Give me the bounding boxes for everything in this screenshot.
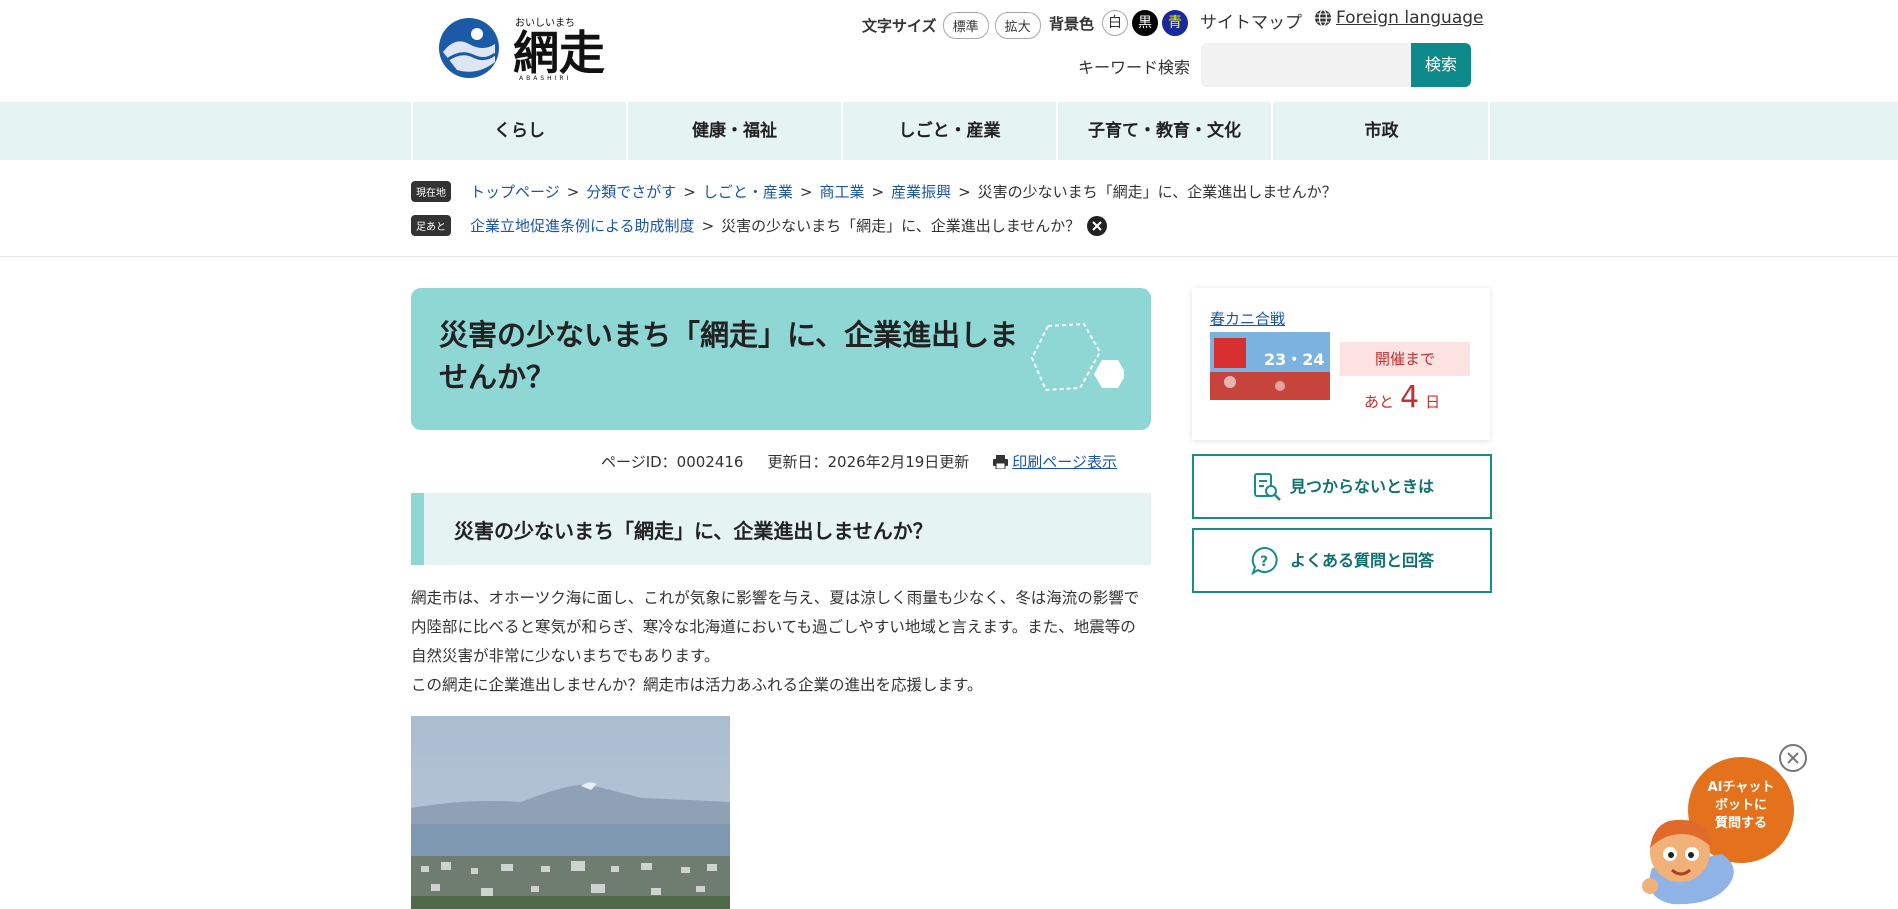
countdown-unit: 日 — [1425, 393, 1441, 411]
chatbot-close-icon[interactable] — [1778, 743, 1808, 773]
breadcrumb: 現在地 トップページ > 分類でさがす > しごと・産業 > 商工業 > 産業振… — [411, 181, 1337, 202]
breadcrumb-link-top[interactable]: トップページ — [470, 181, 560, 202]
page-id: ページID：0002416 — [601, 453, 744, 471]
bg-black-button[interactable]: 黒 — [1132, 10, 1159, 36]
logo-ruby: おいしいまち — [515, 17, 575, 29]
nav-item-city[interactable]: 市政 — [1271, 102, 1490, 160]
page-meta: ページID：0002416 更新日：2026年2月19日更新 印刷ページ表示 — [601, 451, 1117, 472]
foreign-language-link[interactable]: Foreign language — [1314, 8, 1484, 28]
breadcrumb-separator: > — [566, 182, 580, 201]
bg-color-label: 背景色 — [1049, 14, 1095, 33]
not-found-label: 見つからないときは — [1290, 477, 1435, 496]
nav-divider — [1488, 102, 1490, 160]
search-input[interactable] — [1201, 43, 1411, 87]
print-link[interactable]: 印刷ページ表示 — [993, 451, 1117, 472]
countdown-number: 4 — [1400, 380, 1420, 415]
countdown-label: 開催まで — [1340, 342, 1470, 376]
history-current-page: 災害の少ないまち「網走」に、企業進出しませんか？ — [721, 217, 1081, 235]
faq-label: よくある質問と回答 — [1290, 551, 1435, 570]
breadcrumb-current-page: 災害の少ないまち「網走」に、企業進出しませんか？ — [977, 183, 1337, 201]
site-logo[interactable]: 網走 おいしいまち ABASHIRI — [437, 14, 605, 82]
nav-item-work[interactable]: しごと・産業 — [841, 102, 1056, 160]
nav-item-education[interactable]: 子育て・教育・文化 — [1056, 102, 1271, 160]
countdown-prefix: あと — [1364, 393, 1395, 411]
text-size-label: 文字サイズ — [862, 17, 937, 35]
abashiri-landscape-photo — [411, 716, 730, 909]
paragraph-2: この網走に企業進出しませんか？網走市は活力あふれる企業の進出を応援します。 — [411, 676, 983, 694]
history-separator: > — [701, 216, 715, 235]
paragraph-1: 網走市は、オホーツク海に面し、これが気象に影響を与え、夏は涼しく雨量も少なく、冬… — [411, 589, 1140, 665]
breadcrumb-link-work[interactable]: しごと・産業 — [703, 181, 793, 202]
search-button[interactable]: 検索 — [1411, 43, 1471, 87]
section-heading: 災害の少ないまち「網走」に、企業進出しませんか？ — [454, 519, 933, 543]
breadcrumb-link-promotion[interactable]: 産業振興 — [891, 181, 951, 202]
event-countdown-card: 春カニ合戦 23・24 開催まで あと 4 日 — [1192, 288, 1490, 440]
logo-roman: ABASHIRI — [519, 75, 571, 82]
logo-text: 網走 — [513, 26, 605, 80]
breadcrumb-separator: > — [871, 182, 885, 201]
event-link[interactable]: 春カニ合戦 — [1210, 308, 1285, 329]
bg-blue-button[interactable]: 青 — [1162, 10, 1189, 36]
history-link-subsidy[interactable]: 企業立地促進条例による助成制度 — [470, 215, 695, 236]
header-divider — [0, 256, 1898, 257]
breadcrumb-link-category[interactable]: 分類でさがす — [586, 181, 676, 202]
breadcrumb-current-tag: 現在地 — [411, 181, 451, 202]
nav-item-health[interactable]: 健康・福祉 — [626, 102, 841, 160]
body-text: 網走市は、オホーツク海に面し、これが気象に影響を与え、夏は涼しく雨量も少なく、冬… — [411, 584, 1151, 700]
mascot-icon[interactable] — [1632, 808, 1742, 908]
event-banner-text: 23・24 — [1264, 350, 1325, 369]
printer-icon — [993, 454, 1009, 469]
hexagon-decoration-icon — [1030, 322, 1124, 392]
text-size-controls: 文字サイズ 標準 拡大 — [862, 12, 1041, 39]
breadcrumb-separator: > — [683, 182, 696, 201]
updated-date: 更新日：2026年2月19日更新 — [767, 453, 970, 471]
not-found-button[interactable]: 見つからないときは — [1192, 454, 1492, 519]
bg-color-controls: 背景色 白 黒 青 — [1049, 10, 1189, 36]
countdown-value: あと 4 日 — [1364, 380, 1440, 415]
print-label: 印刷ページ表示 — [1012, 453, 1117, 471]
chatbot-label-line: AIチャット — [1707, 780, 1775, 795]
foreign-language-label: Foreign language — [1336, 8, 1484, 28]
search-document-icon — [1254, 473, 1281, 501]
close-icon[interactable] — [1087, 215, 1108, 236]
breadcrumb-separator: > — [799, 182, 813, 201]
sitemap-link[interactable]: サイトマップ — [1200, 8, 1302, 33]
bg-white-button[interactable]: 白 — [1102, 10, 1129, 36]
search-label: キーワード検索 — [1078, 58, 1191, 77]
svg-text:?: ? — [1260, 554, 1268, 570]
faq-button[interactable]: ? よくある質問と回答 — [1192, 528, 1492, 593]
nav-item-kurashi[interactable]: くらし — [411, 102, 626, 160]
breadcrumb-link-commerce[interactable]: 商工業 — [819, 181, 864, 202]
page-title: 災害の少ないまち「網走」に、企業進出しませんか？ — [439, 318, 1019, 394]
globe-icon — [1315, 9, 1331, 27]
text-size-large-button[interactable]: 拡大 — [994, 12, 1041, 39]
event-banner[interactable]: 23・24 — [1210, 332, 1330, 400]
breadcrumb-separator: > — [958, 182, 971, 201]
text-size-standard-button[interactable]: 標準 — [942, 12, 989, 39]
history-tag: 足あと — [411, 215, 451, 236]
history-trail: 足あと 企業立地促進条例による助成制度 > 災害の少ないまち「網走」に、企業進出… — [411, 215, 1108, 236]
question-bubble-icon: ? — [1251, 546, 1278, 576]
